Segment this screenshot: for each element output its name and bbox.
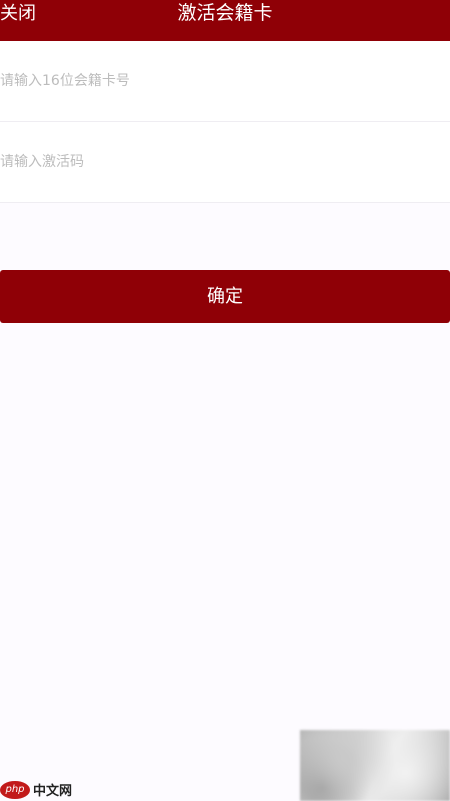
page-title: 激活会籍卡 [177, 2, 273, 24]
watermark-site-text: 中文网 [33, 784, 73, 799]
confirm-button[interactable]: 确定 [0, 270, 450, 323]
activation-code-row [0, 122, 450, 203]
php-logo-icon: php [0, 780, 30, 799]
blurred-thumbnail-image [300, 730, 450, 801]
card-number-row [0, 41, 450, 122]
top-bar: 关闭 激活会籍卡 [0, 0, 450, 41]
card-number-input[interactable] [0, 41, 430, 121]
activation-form [0, 41, 450, 203]
site-watermark: php 中文网 [0, 778, 72, 801]
activation-code-input[interactable] [0, 122, 430, 202]
